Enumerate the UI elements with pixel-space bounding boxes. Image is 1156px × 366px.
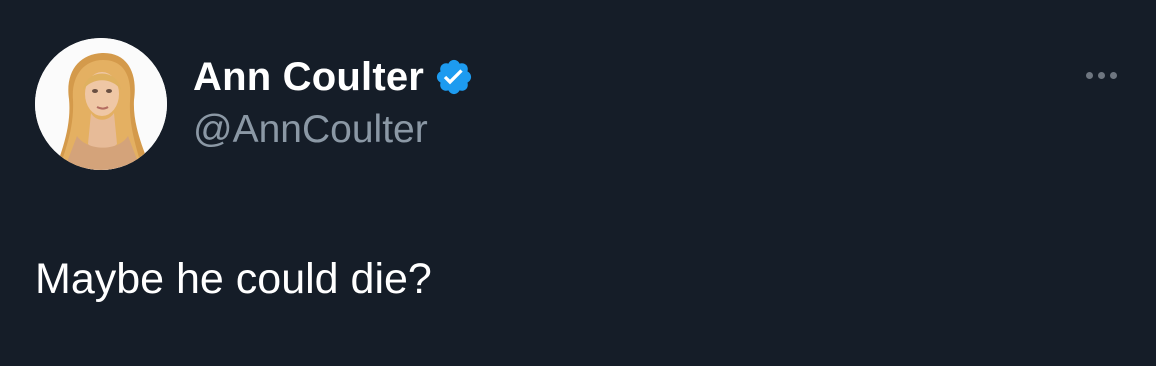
tweet-text: Maybe he could die? bbox=[35, 255, 432, 303]
more-options-dot bbox=[1097, 71, 1105, 79]
username-handle[interactable]: @AnnCoulter bbox=[193, 106, 428, 154]
profile-photo bbox=[35, 38, 167, 170]
more-options-button[interactable] bbox=[1076, 60, 1126, 90]
display-name[interactable]: Ann Coulter bbox=[193, 53, 424, 101]
tweet-card: Ann Coulter @AnnCoulter Maybe he could d… bbox=[0, 0, 1156, 366]
author-line: Ann Coulter bbox=[193, 52, 474, 102]
more-options-icon bbox=[1085, 71, 1093, 79]
more-options-dot bbox=[1109, 71, 1117, 79]
verified-badge-icon bbox=[436, 59, 472, 95]
profile-avatar[interactable] bbox=[35, 38, 167, 170]
